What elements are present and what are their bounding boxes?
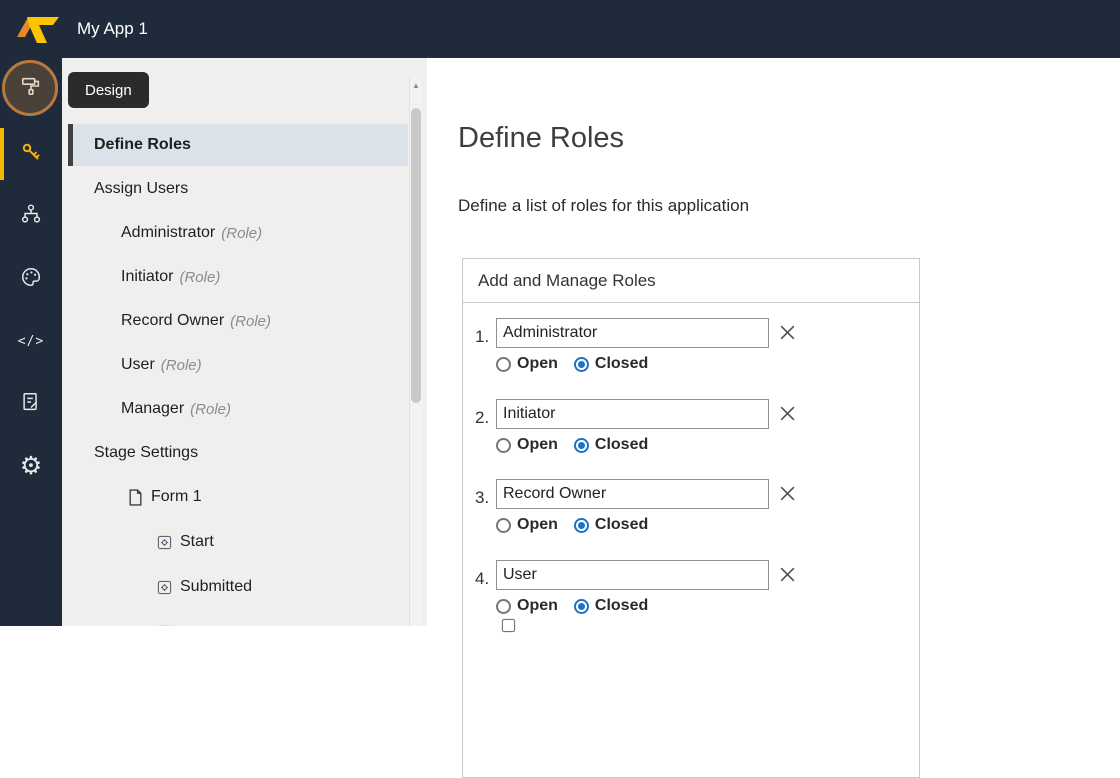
- closed-radio-label[interactable]: Closed: [595, 436, 648, 454]
- sidebar-item-label: User: [121, 356, 155, 374]
- rail-item-forms[interactable]: [0, 380, 62, 428]
- partial-next-row-icon: [501, 618, 516, 638]
- closed-radio[interactable]: [574, 438, 589, 453]
- stage-icon: [157, 580, 172, 595]
- sidebar-item-label: Form 1: [151, 488, 202, 506]
- open-radio-label[interactable]: Open: [517, 597, 558, 615]
- page-subtitle: Define a list of roles for this applicat…: [458, 196, 749, 216]
- sidebar-item-label: Define Roles: [94, 136, 191, 154]
- rail-item-theme[interactable]: [0, 255, 62, 303]
- rail-item-roles[interactable]: [0, 130, 62, 178]
- main-content: Define Roles Define a list of roles for …: [427, 58, 1120, 626]
- role-row: 4. Open Closed: [475, 553, 909, 625]
- design-button[interactable]: Design: [68, 72, 149, 108]
- closed-radio-label[interactable]: Closed: [595, 355, 648, 373]
- sidebar-item-submitted[interactable]: Submitted: [68, 566, 408, 608]
- delete-role-icon[interactable]: [778, 404, 797, 423]
- role-row: 3. Open Closed: [475, 472, 909, 544]
- paint-roller-icon: [20, 75, 42, 102]
- code-icon: </>: [18, 334, 44, 349]
- form-icon: [20, 391, 42, 418]
- gear-icon: ⚙: [20, 454, 42, 479]
- sidebar-item-suffix: (Role): [179, 269, 220, 286]
- left-icon-rail: </> ⚙: [0, 58, 62, 626]
- rail-item-workflow[interactable]: [0, 192, 62, 240]
- role-number: 2.: [475, 408, 489, 428]
- sidebar-item-suffix: (Role): [221, 225, 262, 242]
- sidebar-item-label: Manager: [121, 400, 184, 418]
- app-title: My App 1: [77, 19, 148, 39]
- scroll-up-arrow-icon[interactable]: ▲: [410, 80, 422, 92]
- closed-radio-label[interactable]: Closed: [595, 516, 648, 534]
- sidebar-item-form-1[interactable]: Form 1: [68, 476, 408, 518]
- delete-role-icon[interactable]: [778, 484, 797, 503]
- sidebar-scrollbar[interactable]: ▲: [409, 78, 422, 626]
- sidebar-item-label: Stage Settings: [94, 444, 198, 462]
- scrollbar-thumb[interactable]: [411, 108, 421, 403]
- sidebar-item-label: Record Owner: [121, 312, 224, 330]
- sidebar-item-start[interactable]: Start: [68, 521, 408, 563]
- sidebar-item-label: Assign Users: [94, 180, 188, 198]
- roles-panel: Add and Manage Roles 1. Open Closed 2.: [462, 258, 920, 778]
- app-logo-icon: [13, 13, 61, 45]
- role-number: 1.: [475, 327, 489, 347]
- sidebar-item-manager[interactable]: Manager (Role): [68, 388, 408, 430]
- rail-item-design[interactable]: [0, 64, 62, 112]
- closed-radio-label[interactable]: Closed: [595, 597, 648, 615]
- role-name-input[interactable]: [496, 318, 769, 348]
- role-access-radios: Open Closed: [496, 436, 664, 454]
- role-access-radios: Open Closed: [496, 516, 664, 534]
- key-icon: [19, 140, 43, 169]
- sidebar-item-define-roles[interactable]: Define Roles: [68, 124, 408, 166]
- sidebar-item-suffix: (Role): [190, 401, 231, 418]
- role-access-radios: Open Closed: [496, 355, 664, 373]
- open-radio[interactable]: [496, 438, 511, 453]
- panel-header: Add and Manage Roles: [463, 259, 919, 303]
- sidebar-item-suffix: (Role): [230, 313, 271, 330]
- rail-item-settings[interactable]: ⚙: [0, 442, 62, 490]
- sidebar-item-initiator[interactable]: Initiator (Role): [68, 256, 408, 298]
- open-radio[interactable]: [496, 357, 511, 372]
- role-row: 2. Open Closed: [475, 392, 909, 464]
- sidebar-item-partial[interactable]: [68, 611, 408, 626]
- open-radio-label[interactable]: Open: [517, 436, 558, 454]
- open-radio-label[interactable]: Open: [517, 355, 558, 373]
- open-radio[interactable]: [496, 599, 511, 614]
- design-sidebar: Design Define Roles Assign Users Adminis…: [62, 58, 427, 626]
- stage-icon: [157, 535, 172, 550]
- rail-item-code[interactable]: </>: [0, 317, 62, 365]
- sidebar-item-label: Submitted: [180, 578, 252, 596]
- role-name-input[interactable]: [496, 479, 769, 509]
- role-number: 4.: [475, 569, 489, 589]
- sidebar-item-label: Administrator: [121, 224, 215, 242]
- page-title: Define Roles: [458, 122, 624, 155]
- hierarchy-icon: [20, 203, 42, 230]
- sidebar-item-record-owner[interactable]: Record Owner (Role): [68, 300, 408, 342]
- delete-role-icon[interactable]: [778, 565, 797, 584]
- sidebar-item-administrator[interactable]: Administrator (Role): [68, 212, 408, 254]
- palette-icon: [20, 266, 42, 293]
- document-icon: [128, 489, 143, 506]
- sidebar-item-label: Start: [180, 533, 214, 551]
- open-radio-label[interactable]: Open: [517, 516, 558, 534]
- sidebar-item-label: Initiator: [121, 268, 173, 286]
- closed-radio[interactable]: [574, 357, 589, 372]
- top-bar: My App 1: [0, 0, 1120, 58]
- role-access-radios: Open Closed: [496, 597, 664, 615]
- closed-radio[interactable]: [574, 599, 589, 614]
- sidebar-item-stage-settings[interactable]: Stage Settings: [68, 432, 408, 474]
- role-row: 1. Open Closed: [475, 311, 909, 383]
- role-name-input[interactable]: [496, 560, 769, 590]
- sidebar-item-user[interactable]: User (Role): [68, 344, 408, 386]
- open-radio[interactable]: [496, 518, 511, 533]
- role-name-input[interactable]: [496, 399, 769, 429]
- sidebar-item-suffix: (Role): [161, 357, 202, 374]
- sidebar-item-assign-users[interactable]: Assign Users: [68, 168, 408, 210]
- role-number: 3.: [475, 488, 489, 508]
- delete-role-icon[interactable]: [778, 323, 797, 342]
- closed-radio[interactable]: [574, 518, 589, 533]
